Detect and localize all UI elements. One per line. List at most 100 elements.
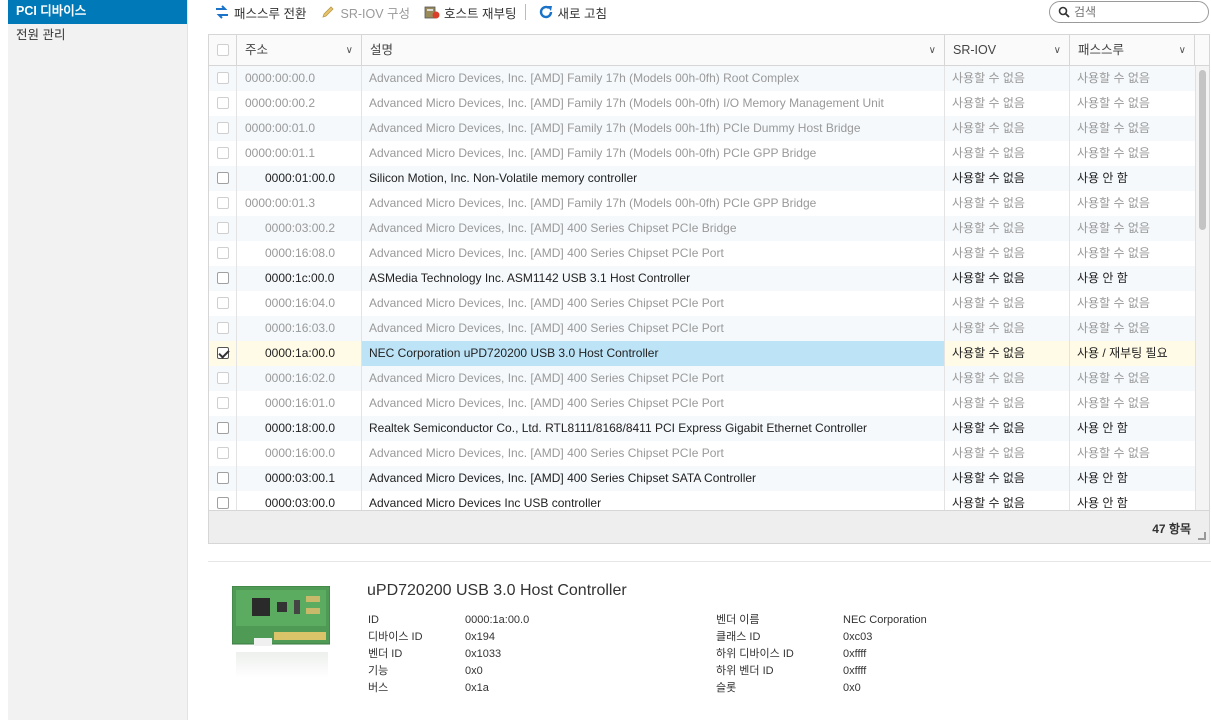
configure-sriov-label: SR-IOV 구성 xyxy=(340,6,411,21)
property-label: 버스 xyxy=(368,682,389,694)
search-box[interactable] xyxy=(1049,1,1209,23)
row-checkbox[interactable] xyxy=(217,372,229,384)
column-header-description[interactable]: 설명 ∨ xyxy=(362,35,945,66)
row-checkbox-cell xyxy=(209,266,237,291)
table-row[interactable]: 0000:16:08.0 Advanced Micro Devices, Inc.… xyxy=(209,241,1195,266)
toggle-passthrough-button[interactable]: 패스스루 전환 xyxy=(214,3,306,22)
table-row[interactable]: 0000:1a:00.0 NEC Corporation uPD720200 US… xyxy=(209,341,1195,366)
row-checkbox-cell xyxy=(209,91,237,116)
pencil-icon xyxy=(322,6,335,18)
row-checkbox[interactable] xyxy=(217,422,229,434)
row-checkbox[interactable] xyxy=(217,222,229,234)
table-row[interactable]: 0000:16:00.0 Advanced Micro Devices, Inc.… xyxy=(209,441,1195,466)
row-checkbox[interactable] xyxy=(217,447,229,459)
row-checkbox[interactable] xyxy=(217,347,229,359)
table-row[interactable]: 0000:16:03.0 Advanced Micro Devices, Inc.… xyxy=(209,316,1195,341)
refresh-button[interactable]: 새로 고침 xyxy=(538,3,607,22)
cell-description: Advanced Micro Devices, Inc. [AMD] 400 S… xyxy=(362,391,945,416)
row-checkbox[interactable] xyxy=(217,97,229,109)
table-row[interactable]: 0000:00:01.1 Advanced Micro Devices, Inc.… xyxy=(209,141,1195,166)
table-row[interactable]: 0000:16:04.0 Advanced Micro Devices, Inc.… xyxy=(209,291,1195,316)
row-checkbox[interactable] xyxy=(217,72,229,84)
table-row[interactable]: 0000:1c:00.0 ASMedia Technology Inc. ASM1… xyxy=(209,266,1195,291)
cell-sriov: 사용할 수 없음 xyxy=(945,141,1070,166)
cell-address: 0000:03:00.2 xyxy=(237,216,362,241)
row-checkbox[interactable] xyxy=(217,397,229,409)
chevron-down-icon[interactable]: ∨ xyxy=(1054,35,1061,66)
chevron-down-icon[interactable]: ∨ xyxy=(1179,35,1186,66)
select-all-checkbox[interactable] xyxy=(217,44,229,56)
cell-passthrough: 사용할 수 없음 xyxy=(1077,96,1150,110)
reboot-host-button[interactable]: 호스트 재부팅 xyxy=(424,3,517,22)
table-row[interactable]: 0000:16:01.0 Advanced Micro Devices, Inc.… xyxy=(209,391,1195,416)
cell-passthrough: 사용할 수 없음 xyxy=(1077,71,1150,85)
row-checkbox[interactable] xyxy=(217,147,229,159)
cell-passthrough: 사용할 수 없음 xyxy=(1077,371,1150,385)
column-header-passthrough[interactable]: 패스스루 ∨ xyxy=(1070,35,1195,66)
row-checkbox[interactable] xyxy=(217,272,229,284)
table-row[interactable]: 0000:00:01.3 Advanced Micro Devices, Inc.… xyxy=(209,191,1195,216)
row-checkbox-cell xyxy=(209,216,237,241)
cell-address: 0000:1c:00.0 xyxy=(237,266,362,291)
property-label: 클래스 ID xyxy=(716,631,761,643)
row-checkbox-cell xyxy=(209,341,237,366)
sidebar: PCI 디바이스 전원 관리 xyxy=(8,0,188,720)
property-label: 하위 벤더 ID xyxy=(716,665,774,677)
row-checkbox[interactable] xyxy=(217,472,229,484)
sidebar-item-pci-devices[interactable]: PCI 디바이스 xyxy=(8,0,187,24)
passthrough-toggle-icon xyxy=(216,5,228,19)
cell-description: Advanced Micro Devices, Inc. [AMD] Famil… xyxy=(362,66,945,91)
chevron-down-icon[interactable]: ∨ xyxy=(346,35,353,66)
row-checkbox[interactable] xyxy=(217,297,229,309)
property-value: 0000:1a:00.0 xyxy=(465,614,530,626)
cell-sriov: 사용할 수 없음 xyxy=(945,391,1070,416)
table-row[interactable]: 0000:01:00.0 Silicon Motion, Inc. Non-Vol… xyxy=(209,166,1195,191)
property-value: 0xffff xyxy=(843,648,867,660)
table-row[interactable]: 0000:18:00.0 Realtek Semiconductor Co., L… xyxy=(209,416,1195,441)
sidebar-item-power-management[interactable]: 전원 관리 xyxy=(8,24,187,48)
property-function: 기능 0x0 xyxy=(368,663,529,680)
row-checkbox[interactable] xyxy=(217,322,229,334)
table-row[interactable]: 0000:00:00.2 Advanced Micro Devices, Inc.… xyxy=(209,91,1195,116)
table-row[interactable]: 0000:00:00.0 Advanced Micro Devices, Inc.… xyxy=(209,66,1195,91)
cell-sriov: 사용할 수 없음 xyxy=(945,491,1070,510)
column-header-sriov[interactable]: SR-IOV ∨ xyxy=(945,35,1070,66)
row-checkbox[interactable] xyxy=(217,497,229,509)
device-title: uPD720200 USB 3.0 Host Controller xyxy=(367,582,627,599)
row-checkbox[interactable] xyxy=(217,122,229,134)
table-row[interactable]: 0000:03:00.0 Advanced Micro Devices Inc U… xyxy=(209,491,1195,510)
property-value: 0x1033 xyxy=(465,648,502,660)
resize-handle-icon[interactable] xyxy=(1198,532,1206,540)
configure-sriov-button[interactable]: SR-IOV 구성 xyxy=(320,3,410,22)
scrollbar-thumb[interactable] xyxy=(1199,70,1206,230)
toolbar-separator xyxy=(524,4,526,20)
search-input[interactable] xyxy=(1074,5,1194,19)
cell-address: 0000:00:01.3 xyxy=(237,191,362,216)
table-row[interactable]: 0000:03:00.1 Advanced Micro Devices, Inc.… xyxy=(209,466,1195,491)
cell-address: 0000:16:03.0 xyxy=(237,316,362,341)
property-value: 0x194 xyxy=(465,631,495,643)
table-row[interactable]: 0000:03:00.2 Advanced Micro Devices, Inc.… xyxy=(209,216,1195,241)
cell-passthrough: 사용 안 함 xyxy=(1077,171,1128,185)
column-header-address[interactable]: 주소 ∨ xyxy=(237,35,362,66)
table-row[interactable]: 0000:16:02.0 Advanced Micro Devices, Inc.… xyxy=(209,366,1195,391)
row-checkbox-cell xyxy=(209,441,237,466)
grid-header: 주소 ∨ 설명 ∨ SR-IOV ∨ 패스스루 ∨ xyxy=(209,35,1209,66)
row-checkbox-cell xyxy=(209,291,237,316)
row-checkbox-cell xyxy=(209,241,237,266)
row-checkbox[interactable] xyxy=(217,197,229,209)
property-subvendor-id: 하위 벤더 ID 0xffff xyxy=(716,663,927,680)
chevron-down-icon[interactable]: ∨ xyxy=(929,35,936,66)
row-checkbox[interactable] xyxy=(217,247,229,259)
cell-description: Advanced Micro Devices, Inc. [AMD] 400 S… xyxy=(362,216,945,241)
vertical-scrollbar[interactable] xyxy=(1195,66,1209,510)
table-row[interactable]: 0000:00:01.0 Advanced Micro Devices, Inc.… xyxy=(209,116,1195,141)
cell-sriov: 사용할 수 없음 xyxy=(945,466,1070,491)
cell-sriov: 사용할 수 없음 xyxy=(945,241,1070,266)
cell-sriov: 사용할 수 없음 xyxy=(945,116,1070,141)
toolbar: 패스스루 전환 SR-IOV 구성 호스트 재부팅 새로 고침 xyxy=(208,0,1211,24)
row-checkbox[interactable] xyxy=(217,172,229,184)
cell-passthrough: 사용할 수 없음 xyxy=(1077,121,1150,135)
cell-passthrough: 사용할 수 없음 xyxy=(1077,196,1150,210)
cell-address: 0000:01:00.0 xyxy=(237,166,362,191)
